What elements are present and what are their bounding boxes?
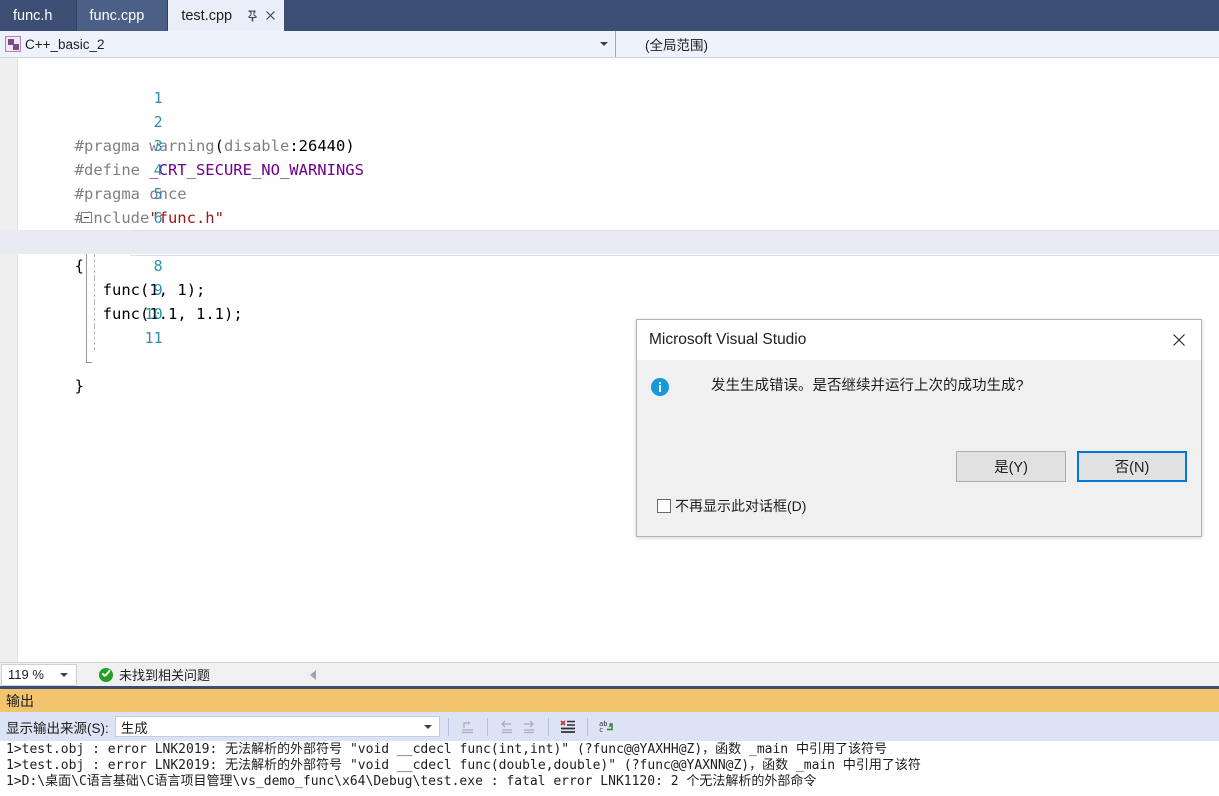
- tab-label: func.cpp: [89, 7, 145, 24]
- output-title-text: 输出: [6, 692, 34, 709]
- output-line: 1>test.obj : error LNK2019: 无法解析的外部符号 "v…: [6, 758, 921, 773]
- code-line: 9: [0, 254, 1219, 326]
- toolbar-separator: [586, 717, 588, 736]
- code-line: 5 int main(): [0, 158, 1219, 251]
- dialog-title-bar: Microsoft Visual Studio: [637, 320, 1201, 360]
- tab-label: func.h: [13, 7, 53, 24]
- tab-test-cpp[interactable]: test.cpp: [168, 0, 285, 31]
- toggle-word-wrap-icon[interactable]: ab c: [596, 716, 618, 738]
- check-circle-icon: [99, 667, 113, 682]
- output-toolbar: 显示输出来源(S): 生成 ab c: [0, 712, 1219, 741]
- output-pane: 输出 显示输出来源(S): 生成 ab c 1>test.obj: error…: [0, 686, 1219, 796]
- code-area: 1 #pragma warning(disable:26440) 2 #defi…: [0, 62, 1219, 395]
- previous-message-icon[interactable]: [496, 716, 518, 738]
- no-button[interactable]: 否(N): [1077, 451, 1187, 482]
- output-text-body[interactable]: 1>test.obj : error LNK2019: 无法解析的外部符号 "v…: [0, 741, 1219, 796]
- editor-tab-strip: func.h func.cpp test.cpp: [0, 0, 1219, 31]
- close-icon[interactable]: [262, 8, 278, 24]
- do-not-show-again-checkbox[interactable]: 不再显示此对话框(D): [657, 496, 806, 516]
- problems-status-text: 未找到相关问题: [119, 668, 211, 683]
- tab-func-cpp[interactable]: func.cpp: [76, 0, 169, 31]
- chevron-down-icon: [423, 724, 432, 729]
- zoom-level-dropdown[interactable]: 119 %: [1, 663, 77, 686]
- code-line: 1 #pragma warning(disable:26440): [0, 62, 1219, 155]
- code-line-current: 8 func(1.1, 1.1);: [0, 230, 1219, 323]
- project-scope-dropdown[interactable]: C++_basic_2: [0, 31, 616, 57]
- output-line: 1>test.obj : error LNK2019: 无法解析的外部符号 "v…: [6, 742, 887, 757]
- yes-button[interactable]: 是(Y): [956, 451, 1066, 482]
- svg-text:c: c: [599, 726, 603, 734]
- navigation-bar: C++_basic_2 (全局范围): [0, 31, 1219, 58]
- line-text: }: [74, 377, 84, 395]
- visual-studio-window: func.h func.cpp test.cpp C++_basic_2 (全局…: [0, 0, 1219, 796]
- dialog-message: 发生生成错误。是否继续并运行上次的成功生成?: [711, 378, 1024, 394]
- pin-icon[interactable]: [244, 8, 260, 24]
- cpp-project-icon: [5, 36, 21, 52]
- scope-name: (全局范围): [645, 38, 708, 53]
- editor-status-bar: 119 % 未找到相关问题: [0, 662, 1219, 686]
- dialog-body: 发生生成错误。是否继续并运行上次的成功生成?: [637, 360, 1201, 396]
- code-line: 6 {: [0, 182, 1219, 275]
- member-scope-dropdown[interactable]: (全局范围): [616, 31, 1219, 57]
- dialog-button-row: 是(Y) 否(N): [956, 451, 1187, 482]
- chevron-down-icon: [600, 42, 608, 46]
- toolbar-separator: [447, 717, 449, 736]
- toolbar-separator: [486, 717, 488, 736]
- checkbox-label: 不再显示此对话框(D): [675, 498, 807, 514]
- toolbar-separator: [547, 717, 549, 736]
- line-number: 11: [144, 329, 163, 347]
- zoom-level-value: 119 %: [8, 667, 44, 682]
- info-icon: [651, 378, 669, 396]
- build-error-dialog: Microsoft Visual Studio 发生生成错误。是否继续并运行上次…: [636, 319, 1202, 537]
- output-source-dropdown[interactable]: 生成: [114, 716, 440, 737]
- code-line: 10: [0, 278, 1219, 350]
- code-line: 4 #include"func.h": [0, 134, 1219, 227]
- clear-all-icon[interactable]: [557, 716, 579, 738]
- code-line: 2 #define _CRT_SECURE_NO_WARNINGS: [0, 86, 1219, 179]
- checkbox-box[interactable]: [657, 499, 671, 513]
- chevron-down-icon: [60, 672, 68, 677]
- triangle-left-icon[interactable]: [310, 669, 317, 680]
- close-icon[interactable]: [1157, 320, 1201, 360]
- go-to-source-icon[interactable]: [457, 716, 479, 738]
- dialog-title-text: Microsoft Visual Studio: [649, 331, 807, 348]
- project-name: C++_basic_2: [25, 36, 105, 52]
- output-line: 1>D:\桌面\C语言基础\C语言项目管理\vs_demo_func\x64\D…: [6, 774, 817, 789]
- output-pane-title: 输出: [0, 689, 1219, 712]
- code-line: 3 #pragma once: [0, 110, 1219, 203]
- tab-func-h[interactable]: func.h: [0, 0, 77, 31]
- output-source-label: 显示输出来源(S):: [6, 720, 109, 736]
- code-line: 7 func(1, 1);: [0, 206, 1219, 299]
- output-source-value: 生成: [120, 720, 148, 736]
- tab-label: test.cpp: [181, 7, 233, 24]
- next-message-icon[interactable]: [518, 716, 540, 738]
